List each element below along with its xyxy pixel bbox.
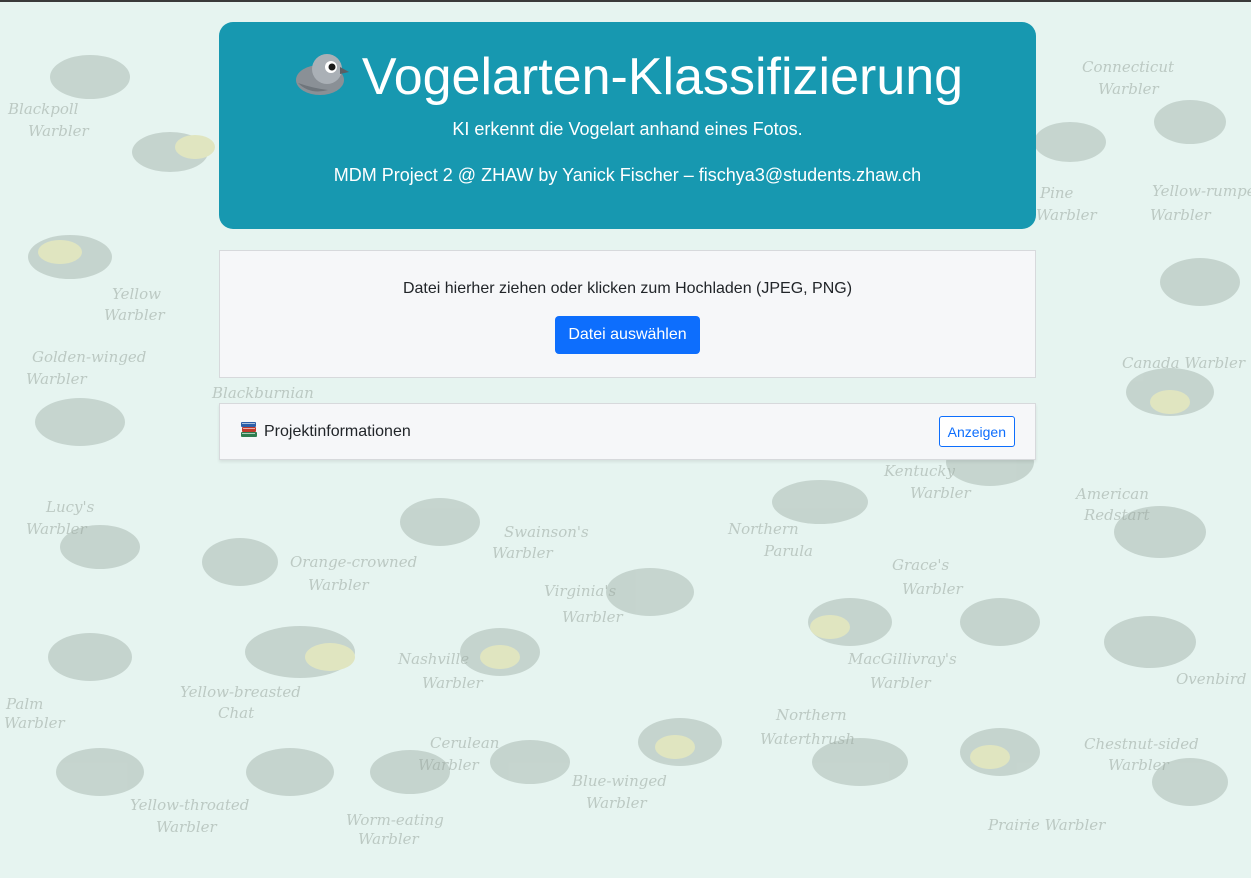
wallpaper-bird-label: Kentucky — [883, 462, 956, 480]
wallpaper-bird-label: American — [1074, 485, 1149, 503]
wallpaper-bird-label: Warbler — [156, 818, 218, 836]
wallpaper-bird-label: Warbler — [1108, 756, 1170, 774]
wallpaper-bird-label: Blue-winged — [571, 772, 667, 790]
wallpaper-bird-label: Nashville — [397, 650, 469, 668]
wallpaper-bird-label: Chestnut-sided — [1084, 735, 1199, 753]
wallpaper-bird-label: Pine — [1039, 184, 1074, 202]
wallpaper-bird-label: Warbler — [910, 484, 972, 502]
wallpaper-bird-label: Prairie Warbler — [987, 816, 1106, 834]
wallpaper-bird-label: Palm — [5, 695, 43, 713]
wallpaper-bird-label: Yellow — [112, 285, 161, 303]
wallpaper-bird-label: Northern — [775, 706, 847, 724]
wallpaper-bird-label: Ovenbird — [1176, 670, 1246, 688]
wallpaper-bird-label: Warbler — [28, 122, 90, 140]
project-info-panel: Projektinformationen Anzeigen — [219, 403, 1036, 460]
wallpaper-bird-label: Warbler — [4, 714, 66, 732]
wallpaper-bird-label: MacGillivray's — [847, 650, 957, 668]
project-info-header: Projektinformationen — [240, 420, 411, 443]
wallpaper-bird-label: Warbler — [586, 794, 648, 812]
project-info-label: Projektinformationen — [264, 422, 411, 440]
bird-icon — [292, 50, 350, 105]
wallpaper-bird-label: Swainson's — [504, 523, 589, 541]
wallpaper-bird-label: Grace's — [892, 556, 949, 574]
wallpaper-bird-label: Warbler — [562, 608, 624, 626]
choose-file-button[interactable]: Datei auswählen — [555, 316, 700, 354]
wallpaper-bird-label: Virginia's — [544, 582, 616, 600]
title-row: Vogelarten-Klassifizierung — [219, 44, 1036, 110]
wallpaper-bird-label: Worm-eating — [346, 811, 444, 829]
wallpaper-bird-label: Warbler — [26, 520, 88, 538]
wallpaper-bird-label: Warbler — [26, 370, 88, 388]
wallpaper-bird-label: Warbler — [902, 580, 964, 598]
wallpaper-bird-label: Warbler — [308, 576, 370, 594]
wallpaper-bird-label: Warbler — [1098, 80, 1160, 98]
wallpaper-bird-label: Warbler — [104, 306, 166, 324]
header-banner: Vogelarten-Klassifizierung KI erkennt di… — [219, 22, 1036, 229]
wallpaper-bird-label: Northern — [727, 520, 799, 538]
wallpaper-bird-label: Yellow-breasted — [180, 683, 301, 701]
wallpaper-bird-label: Yellow-rumped — [1152, 182, 1251, 200]
wallpaper-bird-label: Lucy's — [45, 498, 95, 516]
wallpaper-bird-label: Redstart — [1083, 506, 1151, 524]
wallpaper-bird-label: Warbler — [870, 674, 932, 692]
wallpaper-bird-label: Parula — [763, 542, 813, 560]
wallpaper-bird-label: Warbler — [1150, 206, 1212, 224]
wallpaper-bird-label: Warbler — [422, 674, 484, 692]
app-window: Blackpoll Warbler Yellow Warbler Golden-… — [0, 0, 1251, 878]
wallpaper-bird-label: Blackburnian — [211, 384, 314, 402]
wallpaper-bird-label: Canada Warbler — [1122, 354, 1246, 372]
wallpaper-bird-label: Warbler — [418, 756, 480, 774]
wallpaper-bird-label: Connecticut — [1082, 58, 1175, 76]
wallpaper-bird-label: Waterthrush — [760, 730, 855, 748]
wallpaper-bird-label: Orange-crowned — [290, 553, 417, 571]
wallpaper-bird-label: Yellow-throated — [130, 796, 249, 814]
upload-dropzone[interactable]: Datei hierher ziehen oder klicken zum Ho… — [219, 250, 1036, 378]
upload-hint: Datei hierher ziehen oder klicken zum Ho… — [402, 280, 853, 297]
wallpaper-bird-label: Golden-winged — [32, 348, 146, 366]
wallpaper-bird-label: Blackpoll — [7, 100, 79, 118]
page-title: Vogelarten-Klassifizierung — [361, 48, 964, 106]
show-project-info-button[interactable]: Anzeigen — [938, 416, 1015, 447]
wallpaper-bird-label: Warbler — [492, 544, 554, 562]
author-line: MDM Project 2 @ ZHAW by Yanick Fischer –… — [333, 165, 922, 185]
wallpaper-bird-label: Chat — [218, 704, 255, 722]
wallpaper-bird-label: Cerulean — [430, 734, 499, 752]
page-subtitle: KI erkennt die Vogelart anhand eines Fot… — [452, 119, 803, 139]
books-icon — [240, 420, 258, 443]
wallpaper-bird-label: Warbler — [1036, 206, 1098, 224]
wallpaper-bird-label: Warbler — [358, 830, 420, 848]
